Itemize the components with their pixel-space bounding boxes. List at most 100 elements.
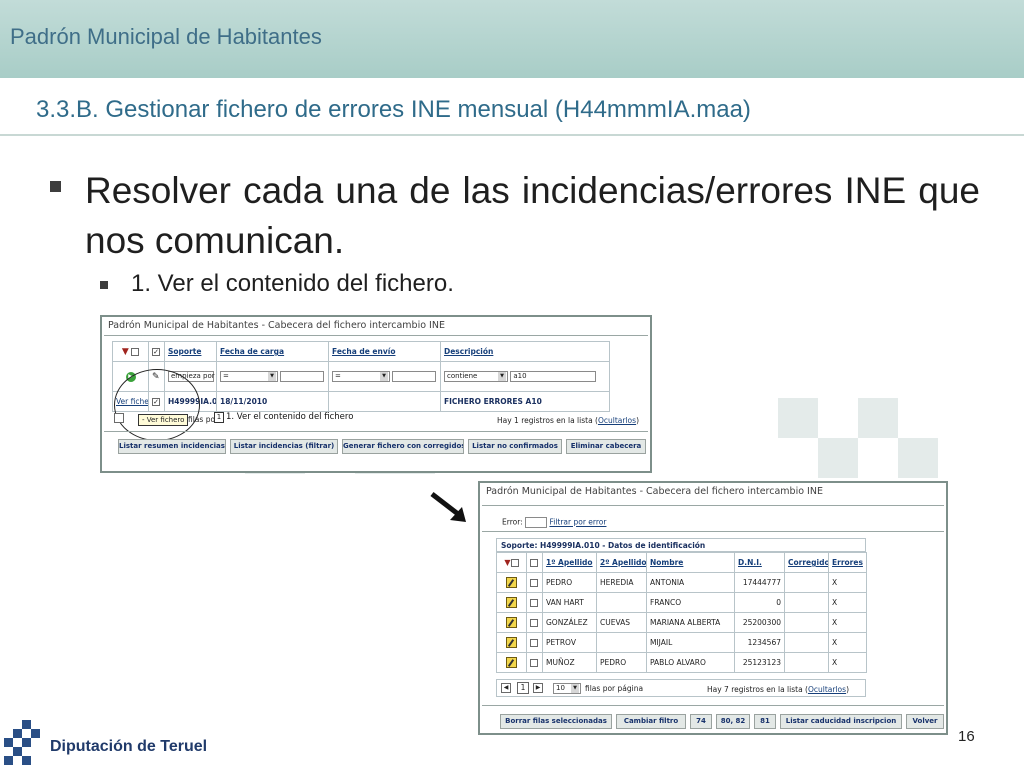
cell-errores: X — [828, 632, 867, 653]
bullet-marker-sub — [100, 281, 108, 289]
listar-no-confirmados-button[interactable]: Listar no confirmados — [468, 439, 562, 454]
cell-corregido — [784, 632, 829, 653]
cell-nombre: MARIANA ALBERTA — [646, 612, 735, 633]
cell-corregido — [784, 612, 829, 633]
cell-apellido1: MUÑOZ — [542, 652, 597, 673]
table-header-row: ▼ 1º Apellido 2º Apellido Nombre D.N.I. … — [496, 552, 867, 573]
col-soporte[interactable]: Soporte — [168, 347, 201, 356]
cell-dni: 25123123 — [734, 652, 785, 673]
col-descripcion[interactable]: Descripción — [444, 347, 493, 356]
funnel-icon[interactable]: ▼ — [122, 347, 129, 357]
fecha-envio-operator[interactable]: = — [332, 371, 390, 382]
cell-corregido — [784, 592, 829, 613]
edit-icon[interactable] — [506, 577, 517, 588]
cell-corregido — [784, 572, 829, 593]
filter-fecha-carga-cell: = — [216, 361, 329, 392]
footer-separator — [104, 431, 648, 432]
page-number: 16 — [958, 728, 975, 745]
soporte-header: Soporte: H49999IA.010 - Datos de identif… — [496, 538, 866, 552]
page-number-box[interactable]: 1 — [214, 412, 224, 423]
cambiar-filtro-button[interactable]: Cambiar filtro — [616, 714, 686, 729]
cell-apellido1: VAN HART — [542, 592, 597, 613]
arrow-icon — [430, 492, 466, 522]
cell-nombre: FRANCO — [646, 592, 735, 613]
volver-button[interactable]: Volver — [906, 714, 944, 729]
edit-icon[interactable] — [506, 617, 517, 628]
record-count: Hay 7 registros en la lista (Ocultarlos) — [707, 685, 849, 694]
cell-dni: 0 — [734, 592, 785, 613]
filtrar-por-error-link[interactable]: Filtrar por error — [549, 518, 606, 527]
descripcion-input[interactable]: a10 — [510, 371, 597, 382]
filter-fecha-envio-cell: = — [328, 361, 441, 392]
table-row: MUÑOZ PEDRO PABLO ALVARO 25123123 X — [496, 652, 867, 673]
row-checkbox[interactable] — [530, 619, 538, 627]
cell-apellido1: PEDRO — [542, 572, 597, 593]
error-74-button[interactable]: 74 — [690, 714, 712, 729]
col-fecha-carga[interactable]: Fecha de carga — [220, 347, 284, 356]
header-check[interactable] — [530, 559, 538, 567]
pager-row: ◀ 1 ▶ 10 filas por página Hay 7 registro… — [496, 679, 866, 697]
col-fecha-envio[interactable]: Fecha de envío — [332, 347, 395, 356]
ver-fichero-tooltip: - Ver fichero — [138, 414, 189, 426]
page-number-box[interactable]: 1 — [517, 682, 529, 694]
cell-errores: X — [828, 572, 867, 593]
window-title: Padrón Municipal de Habitantes - Cabecer… — [486, 486, 823, 497]
cell-apellido2: PEDRO — [596, 652, 647, 673]
hide-link[interactable]: Ocultarlos — [808, 685, 846, 694]
generar-fichero-button[interactable]: Generar fichero con corregidos — [342, 439, 464, 454]
pager-first-button[interactable] — [114, 413, 124, 423]
cell-apellido2 — [596, 632, 647, 653]
error-input[interactable] — [525, 517, 548, 528]
select-all-icon[interactable] — [510, 559, 519, 567]
cell-corregido — [784, 652, 829, 673]
header-title: Padrón Municipal de Habitantes — [10, 24, 322, 49]
cell-apellido1: PETROV — [542, 632, 597, 653]
footer-separator — [482, 705, 944, 706]
cell-nombre: MIJAIL — [646, 632, 735, 653]
window-datos-identificacion: Padrón Municipal de Habitantes - Cabecer… — [478, 481, 948, 735]
edit-icon[interactable] — [506, 637, 517, 648]
title-separator — [104, 335, 648, 336]
col-nombre[interactable]: Nombre — [650, 558, 683, 567]
pager-prev-button[interactable]: ◀ — [501, 683, 511, 693]
section-title: 3.3.B. Gestionar fichero de errores INE … — [36, 96, 751, 123]
filter-descripcion-cell: contiene a10 — [440, 361, 610, 392]
listar-caducidad-button[interactable]: Listar caducidad inscripcion — [780, 714, 902, 729]
borrar-filas-button[interactable]: Borrar filas seleccionadas — [500, 714, 612, 729]
table-row: GONZÁLEZ CUEVAS MARIANA ALBERTA 25200300… — [496, 612, 867, 633]
hide-link[interactable]: Ocultarlos — [598, 416, 636, 425]
row-checkbox[interactable] — [530, 639, 538, 647]
table-row: VAN HART FRANCO 0 X — [496, 592, 867, 613]
fecha-envio-input[interactable] — [392, 371, 437, 382]
error-label: Error: — [502, 517, 523, 527]
fecha-carga-input[interactable] — [280, 371, 325, 382]
error-80-82-button[interactable]: 80, 82 — [716, 714, 750, 729]
header-check[interactable]: ✓ — [152, 348, 160, 356]
listar-resumen-button[interactable]: Listar resumen incidencias — [118, 439, 226, 454]
annotation-text: 1. Ver el contenido del fichero — [226, 412, 354, 422]
row-descripcion: FICHERO ERRORES A10 — [444, 397, 542, 406]
descripcion-operator[interactable]: contiene — [444, 371, 508, 382]
listar-incidencias-button[interactable]: Listar incidencias (filtrar) — [230, 439, 338, 454]
pager-next-button[interactable]: ▶ — [533, 683, 543, 693]
title-separator — [482, 505, 944, 506]
select-all-icon[interactable] — [131, 347, 140, 356]
edit-icon[interactable] — [506, 657, 517, 668]
header-checkbox: ✓ — [148, 341, 165, 362]
row-checkbox[interactable] — [530, 599, 538, 607]
col-errores[interactable]: Errores — [832, 558, 863, 567]
col-dni[interactable]: D.N.I. — [738, 558, 762, 567]
record-count-text: Hay 7 registros en la lista ( — [707, 685, 808, 694]
window-cabecera-list: Padrón Municipal de Habitantes - Cabecer… — [100, 315, 652, 473]
col-corregido[interactable]: Corregido — [788, 558, 828, 567]
col-apellido2[interactable]: 2º Apellido — [600, 558, 646, 567]
rows-per-page-select[interactable]: 10 — [553, 683, 581, 694]
col-apellido1[interactable]: 1º Apellido — [546, 558, 593, 567]
edit-icon[interactable] — [506, 597, 517, 608]
fecha-carga-operator[interactable]: = — [220, 371, 278, 382]
row-checkbox[interactable] — [530, 659, 538, 667]
record-count-text: Hay 1 registros en la lista ( — [497, 416, 598, 425]
row-checkbox[interactable] — [530, 579, 538, 587]
error-81-button[interactable]: 81 — [754, 714, 776, 729]
eliminar-cabecera-button[interactable]: Eliminar cabecera — [566, 439, 646, 454]
